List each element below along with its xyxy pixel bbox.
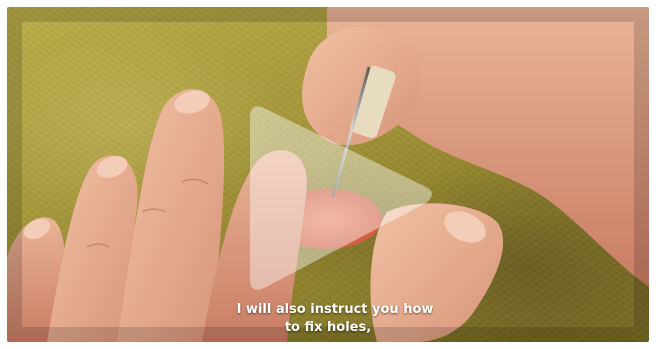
video-frame[interactable]: I will also instruct you how to fix hole… bbox=[7, 7, 649, 342]
play-icon[interactable] bbox=[240, 99, 440, 299]
subtitle-line-1: I will also instruct you how bbox=[236, 302, 434, 317]
subtitle-line-2: to fix holes, bbox=[284, 320, 372, 335]
subtitle-caption: I will also instruct you how to fix hole… bbox=[7, 301, 649, 337]
